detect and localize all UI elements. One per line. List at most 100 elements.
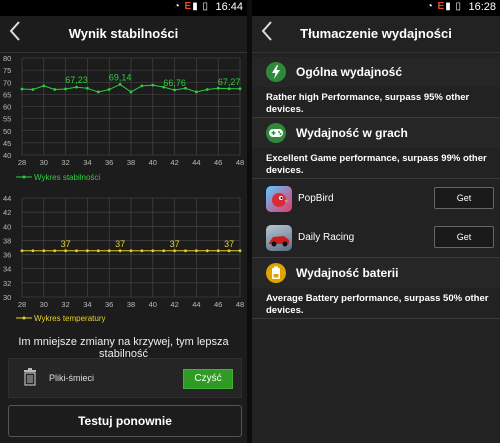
battery-desc: Average Battery performance, surpass 50%… [266,293,489,316]
x-tick-label: 44 [192,300,200,309]
signal-icons: ◔ E▮ ▯ [426,1,462,12]
data-point [140,249,144,253]
games-section: Wydajność w grach [252,118,500,148]
data-point [64,249,67,253]
clock: 16:44 [215,1,243,13]
y-tick-label: 70 [3,78,11,87]
data-point [42,249,46,253]
x-tick-label: 30 [40,158,48,167]
data-point [227,249,231,253]
y-tick-label: 42 [3,208,11,217]
data-point [195,90,198,94]
clean-button[interactable]: Czyść [183,369,233,389]
x-tick-label: 36 [105,158,113,167]
y-tick-label: 55 [3,115,11,124]
data-point [20,249,24,253]
data-point [184,249,187,253]
x-tick-label: 40 [149,300,157,309]
signal-icons: ◔ E▮ ▯ [173,1,209,12]
y-tick-label: 65 [3,90,11,99]
temperature-legend: Wykres temperatury [34,314,106,323]
clock: 16:28 [468,1,496,13]
y-tick-label: 75 [3,66,11,75]
battery-label: Wydajność baterii [296,266,399,280]
data-point [20,87,24,91]
games-desc: Excellent Game performance, surpass 99% … [266,153,487,176]
data-point [129,90,133,94]
data-point [64,87,67,91]
x-tick-label: 38 [127,158,135,167]
stability-legend: Wykres stabilności [34,173,100,182]
app-item-popbird: PopBird Get [266,184,494,214]
data-point [31,88,35,91]
x-tick-label: 48 [236,158,244,167]
status-bar: ◔ E▮ ▯ 16:44 [0,0,247,16]
title-bar: Tłumaczenie wydajności [252,16,500,53]
data-point [31,249,35,253]
games-label: Wydajność w grach [296,126,408,140]
y-tick-label: 34 [3,265,11,274]
x-tick-label: 48 [236,300,244,309]
data-label: 37 [115,239,125,249]
data-point [216,86,220,90]
y-tick-label: 38 [3,236,11,245]
x-tick-label: 44 [192,158,200,167]
retest-button[interactable]: Testuj ponownie [8,405,242,437]
gamepad-icon [266,123,286,143]
get-button[interactable]: Get [434,187,494,209]
lightning-icon [266,62,286,82]
x-tick-label: 46 [214,158,222,167]
data-point [238,87,242,91]
battery-icon [266,263,286,283]
battery-section: Wydajność baterii [252,258,500,288]
app-name: PopBird [298,193,334,204]
data-point [118,249,122,253]
page-title: Tłumaczenie wydajności [300,26,452,41]
y-tick-label: 80 [3,54,11,63]
data-label: 69,14 [109,72,132,82]
data-point [205,249,209,253]
status-bar: ◔ E▮ ▯ 16:28 [252,0,500,16]
app-name: Daily Racing [298,232,355,243]
stability-hint: Im mniejsze zmiany na krzywej, tym lepsz… [18,336,229,360]
network-type: E [437,1,446,12]
stability-chart: 80 75 70 65 60 55 50 45 40 28 30 32 34 36 38 40 42 44 46 48… [3,54,244,182]
data-point [195,249,198,253]
y-tick-label: 60 [3,103,11,112]
data-point [140,84,144,88]
data-label: 66,76 [163,78,186,88]
overall-label: Ogólna wydajność [296,65,403,79]
x-tick-label: 32 [61,300,69,309]
y-tick-label: 32 [3,279,11,288]
data-point [107,249,111,253]
data-point [205,88,209,91]
y-tick-label: 30 [3,293,11,302]
x-tick-label: 28 [18,158,26,167]
stability-screen: ◔ E▮ ▯ 16:44 Wynik stabilności 80 75 70 65 6… [0,0,247,443]
data-point [42,84,46,88]
get-button[interactable]: Get [434,226,494,248]
data-point [86,249,89,253]
data-point [107,88,111,91]
overall-section: Ogólna wydajność [252,57,500,87]
x-tick-label: 36 [105,300,113,309]
data-point [173,88,177,92]
x-tick-label: 32 [61,158,69,167]
data-point [151,83,155,87]
x-tick-label: 40 [149,158,157,167]
y-tick-label: 44 [3,194,11,203]
x-tick-label: 42 [170,158,178,167]
title-bar: Wynik stabilności [0,16,247,53]
data-label: 37 [224,239,234,249]
data-point [151,249,155,253]
data-point [129,249,133,253]
data-label: 37 [61,239,71,249]
performance-screen: ◔ E▮ ▯ 16:28 Tłumaczenie wydajności Ogól… [252,0,500,443]
data-point [118,83,122,86]
y-tick-label: 40 [3,222,11,231]
data-point [53,249,57,253]
temperature-chart: 44 42 40 38 36 34 32 30 28 30 32 34 36 38 40 42 44 46 48 37… [3,194,244,323]
data-point [227,87,231,91]
data-point [162,249,166,253]
y-tick-label: 45 [3,139,11,148]
